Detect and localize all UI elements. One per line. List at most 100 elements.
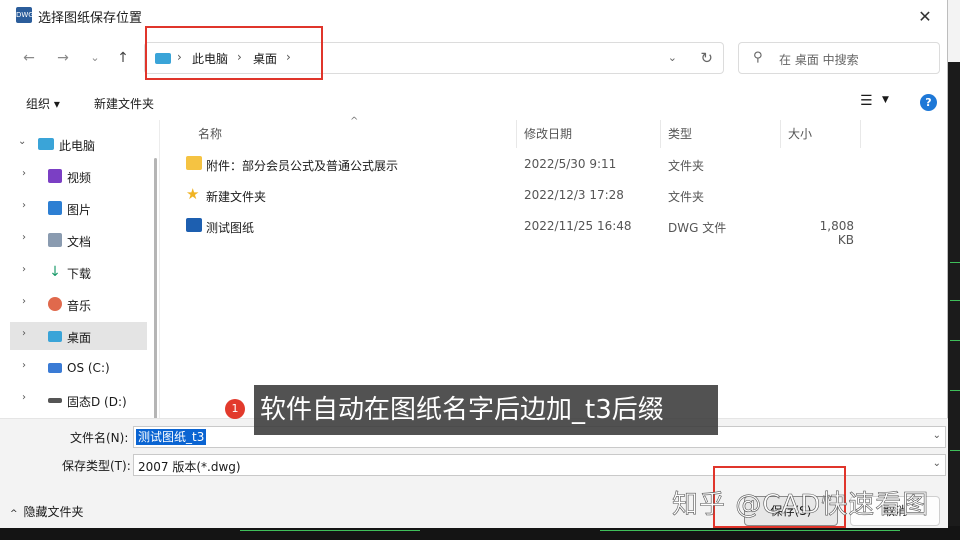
navigation-pane: ⌄ 此电脑 › 视频 › 图片 › 文档 › ↓ 下载 › 音乐 › 桌面 › …: [0, 120, 160, 418]
column-header-name[interactable]: 名称: [198, 125, 222, 142]
file-list: ^ 名称 修改日期 类型 大小 附件：部分会员公式及普通公式展示 2022/5/…: [160, 116, 948, 418]
highlight-box-address: [145, 26, 323, 80]
sidebar-item-videos[interactable]: › 视频: [10, 162, 147, 190]
file-name: 测试图纸: [206, 221, 255, 235]
chevron-right-icon[interactable]: ›: [22, 360, 26, 371]
sidebar-item-label: OS (C:): [67, 361, 110, 375]
annotation-caption: 软件自动在图纸名字后边加_t3后缀: [254, 385, 718, 435]
sidebar-item-label: 视频: [67, 171, 92, 185]
search-placeholder: 在 桌面 中搜索: [779, 53, 859, 67]
chevron-down-icon[interactable]: ⌄: [18, 136, 26, 147]
column-header-type[interactable]: 类型: [668, 125, 692, 142]
file-type: DWG 文件: [668, 221, 727, 235]
star-icon: ★: [186, 185, 200, 203]
sidebar-item-label: 音乐: [67, 299, 92, 313]
sidebar-item-drive-c[interactable]: › OS (C:): [10, 354, 147, 382]
sidebar-item-pictures[interactable]: › 图片: [10, 194, 147, 222]
column-divider: [780, 120, 781, 148]
column-divider: [516, 120, 517, 148]
file-date: 2022/11/25 16:48: [524, 219, 632, 233]
file-date: 2022/12/3 17:28: [524, 188, 624, 202]
music-icon: [48, 297, 62, 311]
sidebar-item-label: 图片: [67, 203, 92, 217]
file-row[interactable]: 附件：部分会员公式及普通公式展示 2022/5/30 9:11 文件夹: [178, 150, 938, 180]
drive-icon: [48, 398, 62, 403]
column-divider: [660, 120, 661, 148]
background-app-bottom: [0, 526, 960, 540]
sidebar-item-drive-d[interactable]: › 固态D (D:): [10, 386, 147, 414]
file-type: 文件夹: [668, 190, 705, 204]
file-row[interactable]: 测试图纸 2022/11/25 16:48 DWG 文件 1,808 KB: [178, 212, 938, 247]
title-bar: DWG 选择图纸保存位置 ✕: [0, 0, 948, 32]
back-button[interactable]: ←: [18, 48, 40, 68]
chevron-right-icon[interactable]: ›: [22, 200, 26, 211]
file-type: 文件夹: [668, 159, 705, 173]
sidebar-item-label: 桌面: [67, 331, 92, 345]
dialog-title: 选择图纸保存位置: [38, 11, 143, 26]
save-dialog: DWG 选择图纸保存位置 ✕ ← → ⌄ ↑ › 此电脑 › 桌面 › ⌄ ↻ …: [0, 0, 948, 528]
cad-file-icon: [186, 218, 202, 232]
sidebar-item-label: 文档: [67, 235, 92, 249]
computer-icon: [38, 138, 54, 150]
sidebar-item-music[interactable]: › 音乐: [10, 290, 147, 318]
navigation-bar: ← → ⌄ ↑ › 此电脑 › 桌面 › ⌄ ↻ ⚲ 在 桌面 中搜索: [0, 38, 948, 80]
view-options-icon[interactable]: ☰: [860, 93, 873, 109]
file-date: 2022/5/30 9:11: [524, 157, 617, 171]
video-icon: [48, 169, 62, 183]
sidebar-item-label: 下载: [67, 267, 92, 281]
app-icon: DWG: [16, 7, 34, 23]
address-dropdown-icon[interactable]: ⌄: [668, 51, 677, 64]
chevron-right-icon[interactable]: ›: [22, 296, 26, 307]
sidebar-item-desktop[interactable]: › 桌面: [10, 322, 147, 350]
recent-locations-button[interactable]: ⌄: [84, 48, 106, 68]
chevron-right-icon[interactable]: ›: [22, 328, 26, 339]
file-name: 附件：部分会员公式及普通公式展示: [206, 159, 399, 173]
chevron-right-icon[interactable]: ›: [22, 232, 26, 243]
chevron-right-icon[interactable]: ›: [22, 264, 26, 275]
sidebar-item-label: 固态D (D:): [67, 395, 127, 409]
close-button[interactable]: ✕: [902, 0, 948, 32]
column-header-date[interactable]: 修改日期: [524, 125, 572, 142]
filetype-value: 2007 版本(*.dwg): [138, 460, 241, 474]
sort-ascending-icon: ^: [350, 116, 359, 127]
desktop-icon: [48, 331, 62, 342]
sidebar-item-documents[interactable]: › 文档: [10, 226, 147, 254]
filename-value: 测试图纸_t3: [136, 429, 207, 445]
chevron-right-icon[interactable]: ›: [22, 168, 26, 179]
chevron-up-icon: ^: [10, 509, 18, 519]
pictures-icon: [48, 201, 62, 215]
new-folder-button[interactable]: 新建文件夹: [94, 95, 154, 112]
download-icon: ↓: [49, 264, 61, 280]
chevron-down-icon[interactable]: ⌄: [933, 458, 941, 469]
sidebar-item-downloads[interactable]: › ↓ 下载: [10, 258, 147, 286]
forward-button[interactable]: →: [52, 48, 74, 68]
hide-folders-label: 隐藏文件夹: [23, 505, 84, 519]
hide-folders-toggle[interactable]: ^ 隐藏文件夹: [10, 503, 84, 520]
search-icon: ⚲: [753, 50, 763, 65]
search-box[interactable]: ⚲ 在 桌面 中搜索: [738, 42, 940, 74]
drive-icon: [48, 363, 62, 373]
up-button[interactable]: ↑: [112, 48, 134, 68]
command-bar: 组织 ▾ 新建文件夹 ☰ ▼ ?: [0, 88, 948, 116]
view-dropdown-icon[interactable]: ▼: [882, 95, 889, 105]
folder-icon: [186, 156, 202, 170]
file-row[interactable]: ★ 新建文件夹 2022/12/3 17:28 文件夹: [178, 181, 938, 211]
background-app-strip: [948, 0, 960, 540]
sidebar-item-this-pc[interactable]: ⌄ 此电脑: [10, 130, 147, 158]
file-size: 1,808 KB: [819, 219, 854, 247]
watermark: 知乎 @CAD快速看图: [672, 490, 930, 521]
refresh-icon[interactable]: ↻: [700, 49, 713, 67]
organize-button[interactable]: 组织 ▾: [26, 95, 60, 112]
step-badge: 1: [225, 399, 245, 419]
filename-label: 文件名(N):: [70, 431, 129, 445]
file-name: 新建文件夹: [206, 190, 267, 204]
chevron-down-icon[interactable]: ⌄: [933, 430, 941, 441]
sidebar-item-label: 此电脑: [59, 139, 96, 153]
column-divider: [860, 120, 861, 148]
filetype-label: 保存类型(T):: [62, 459, 131, 473]
documents-icon: [48, 233, 62, 247]
column-header-size[interactable]: 大小: [788, 125, 812, 142]
sidebar-scrollbar[interactable]: [154, 158, 157, 418]
help-icon[interactable]: ?: [920, 94, 937, 111]
chevron-right-icon[interactable]: ›: [22, 392, 26, 403]
